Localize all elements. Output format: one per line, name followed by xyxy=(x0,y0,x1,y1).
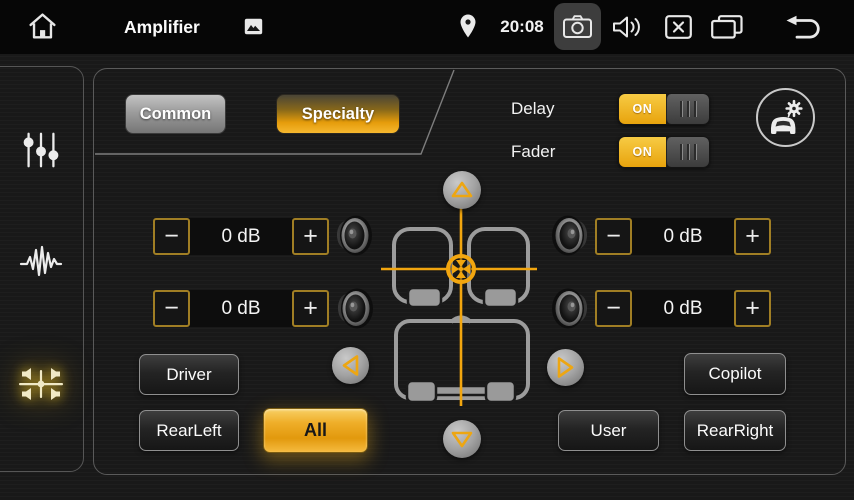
rear-left-plus-button[interactable]: + xyxy=(292,290,329,327)
car-setup-button[interactable] xyxy=(756,88,815,147)
front-left-volume-control: − 0 dB + xyxy=(153,218,329,255)
arrow-right-icon xyxy=(547,349,584,386)
back-button[interactable] xyxy=(783,15,824,40)
rear-right-plus-button[interactable]: + xyxy=(734,290,771,327)
back-icon xyxy=(783,15,824,40)
front-right-volume-control: − 0 dB + xyxy=(595,218,771,255)
camera-icon xyxy=(563,15,592,38)
home-icon xyxy=(27,11,58,42)
rear-right-minus-button[interactable]: − xyxy=(595,290,632,327)
fader-label: Fader xyxy=(511,138,591,166)
page-title: Amplifier xyxy=(124,0,200,54)
arrow-down-icon xyxy=(443,420,481,458)
balance-down-button[interactable] xyxy=(443,420,481,458)
car-gear-icon xyxy=(763,95,809,141)
amplifier-panel: Common Specialty Delay ON Fader ON xyxy=(93,68,846,475)
front-left-speaker-icon xyxy=(334,212,374,259)
front-right-volume-value: 0 dB xyxy=(632,218,734,255)
rear-left-volume-control: − 0 dB + xyxy=(153,290,329,327)
close-window-icon xyxy=(665,15,692,39)
preset-copilot-button[interactable]: Copilot xyxy=(684,353,786,395)
arrow-up-icon xyxy=(443,171,481,209)
preset-rearleft-button[interactable]: RearLeft xyxy=(139,410,239,451)
status-bar: Amplifier 20:08 xyxy=(0,0,854,54)
sidebar-item-balance-fader[interactable] xyxy=(17,360,65,408)
balance-up-button[interactable] xyxy=(443,171,481,209)
rear-right-volume-value: 0 dB xyxy=(632,290,734,327)
gallery-icon xyxy=(244,18,263,35)
rear-right-speaker-icon xyxy=(550,285,590,332)
close-app-button[interactable] xyxy=(665,15,692,39)
recent-apps-icon xyxy=(711,15,743,39)
sidebar-item-equalizer[interactable] xyxy=(17,126,65,174)
location-button[interactable] xyxy=(460,14,476,39)
tab-specialty[interactable]: Specialty xyxy=(276,94,400,134)
front-right-plus-button[interactable]: + xyxy=(734,218,771,255)
home-button[interactable] xyxy=(27,11,58,42)
front-left-minus-button[interactable]: − xyxy=(153,218,190,255)
delay-toggle-handle xyxy=(666,94,709,124)
balance-fader-icon xyxy=(17,360,65,408)
waveform-icon xyxy=(19,240,63,284)
fader-toggle-state: ON xyxy=(619,137,666,167)
clock: 20:08 xyxy=(492,0,552,54)
balance-left-button[interactable] xyxy=(332,347,369,384)
tab-common[interactable]: Common xyxy=(125,94,226,134)
sidebar-item-sound-effect[interactable] xyxy=(17,238,65,286)
rear-left-speaker-icon xyxy=(335,285,375,332)
balance-right-button[interactable] xyxy=(547,349,584,386)
amplifier-settings-screen: Amplifier 20:08 xyxy=(0,0,854,500)
preset-rearright-button[interactable]: RearRight xyxy=(684,410,786,451)
location-pin-icon xyxy=(460,14,476,39)
rear-left-volume-value: 0 dB xyxy=(190,290,292,327)
preset-driver-button[interactable]: Driver xyxy=(139,354,239,395)
preset-all-button[interactable]: All xyxy=(263,408,368,453)
preset-user-button[interactable]: User xyxy=(558,410,659,451)
fader-toggle[interactable]: ON xyxy=(618,136,710,168)
camera-button[interactable] xyxy=(554,3,601,50)
rear-left-minus-button[interactable]: − xyxy=(153,290,190,327)
car-seats-diagram xyxy=(371,176,551,411)
gallery-button[interactable] xyxy=(244,18,263,35)
equalizer-icon xyxy=(20,129,62,171)
volume-icon xyxy=(612,15,643,39)
front-right-speaker-icon xyxy=(550,212,590,259)
front-left-plus-button[interactable]: + xyxy=(292,218,329,255)
arrow-left-icon xyxy=(332,347,369,384)
delay-toggle[interactable]: ON xyxy=(618,93,710,125)
rear-right-volume-control: − 0 dB + xyxy=(595,290,771,327)
delay-label: Delay xyxy=(511,95,591,123)
delay-toggle-state: ON xyxy=(619,94,666,124)
mute-button[interactable] xyxy=(612,15,643,39)
front-left-volume-value: 0 dB xyxy=(190,218,292,255)
recent-apps-button[interactable] xyxy=(711,15,743,39)
fader-toggle-handle xyxy=(666,137,709,167)
front-right-minus-button[interactable]: − xyxy=(595,218,632,255)
